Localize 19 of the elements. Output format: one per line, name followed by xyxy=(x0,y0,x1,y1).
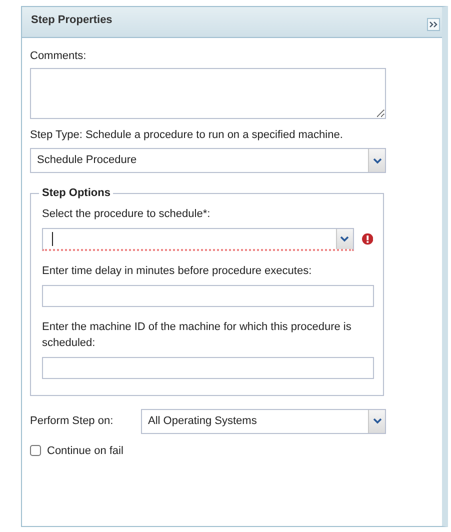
panel-title: Step Properties xyxy=(31,13,112,28)
step-type-label: Step Type: Schedule a procedure to run on a specified machine. xyxy=(30,128,344,142)
dropdown[interactable]: All Operating Systems xyxy=(141,408,386,434)
procedure-combo[interactable] xyxy=(42,228,354,250)
dropdown[interactable]: Schedule Procedure xyxy=(30,148,386,173)
collapse-button[interactable] xyxy=(427,18,440,31)
group-legend: Step Options xyxy=(39,185,114,202)
text-field[interactable] xyxy=(42,356,374,378)
comments-field[interactable] xyxy=(30,68,386,118)
error-icon xyxy=(362,233,373,245)
field-label: Enter the machine ID of the machine for which this procedure is scheduled: xyxy=(42,320,352,350)
perform-on-label: Perform Step on: xyxy=(30,414,114,429)
field-label: Select the procedure to schedule*: xyxy=(42,206,212,222)
comments-label: Comments: xyxy=(30,49,88,64)
text-field[interactable] xyxy=(42,284,374,306)
checkbox[interactable] xyxy=(30,445,41,456)
checkbox-label: Continue on fail xyxy=(47,444,124,458)
field-label: Enter time delay in minutes before procedure executes: xyxy=(42,264,313,278)
double-chevron-icon xyxy=(429,21,438,28)
